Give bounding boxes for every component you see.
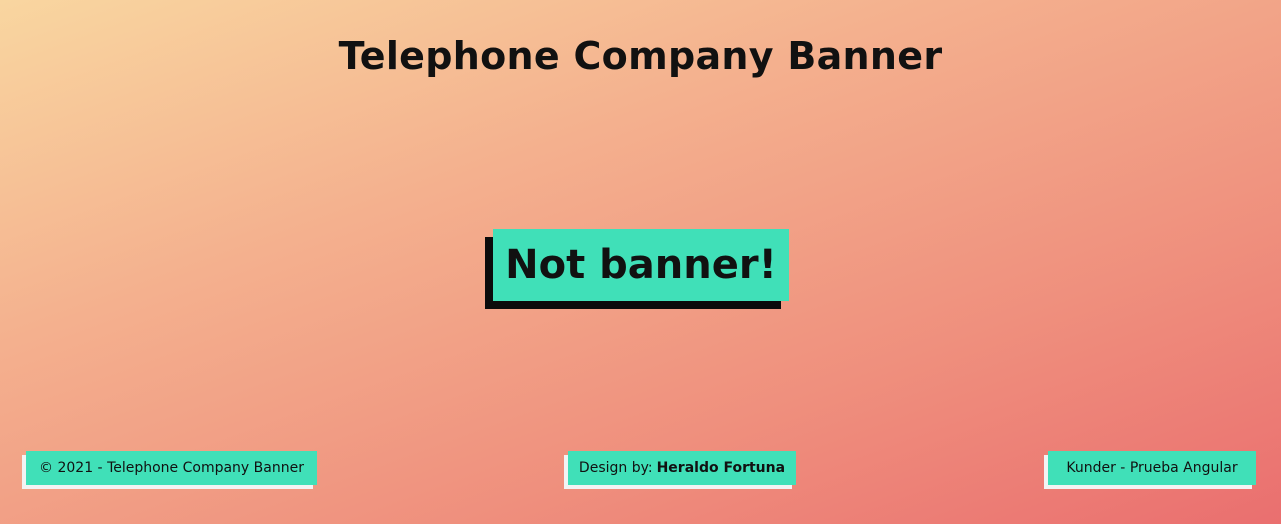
design-label: Design by: — [578, 460, 653, 476]
footer-design-credit: Design by: Heraldo Fortuna — [564, 451, 796, 489]
designer-name: Heraldo Fortuna — [656, 460, 786, 476]
footer-design-credit-content: Design by: Heraldo Fortuna — [568, 451, 796, 485]
banner-text: Not banner! — [493, 229, 789, 301]
footer-copyright: © 2021 - Telephone Company Banner — [22, 451, 317, 489]
footer-project: Kunder - Prueba Angular — [1044, 451, 1256, 489]
page-title: Telephone Company Banner — [338, 34, 943, 78]
footer-copyright-text: © 2021 - Telephone Company Banner — [26, 451, 317, 485]
footer-project-text: Kunder - Prueba Angular — [1048, 451, 1256, 485]
banner: Not banner! — [485, 229, 789, 309]
